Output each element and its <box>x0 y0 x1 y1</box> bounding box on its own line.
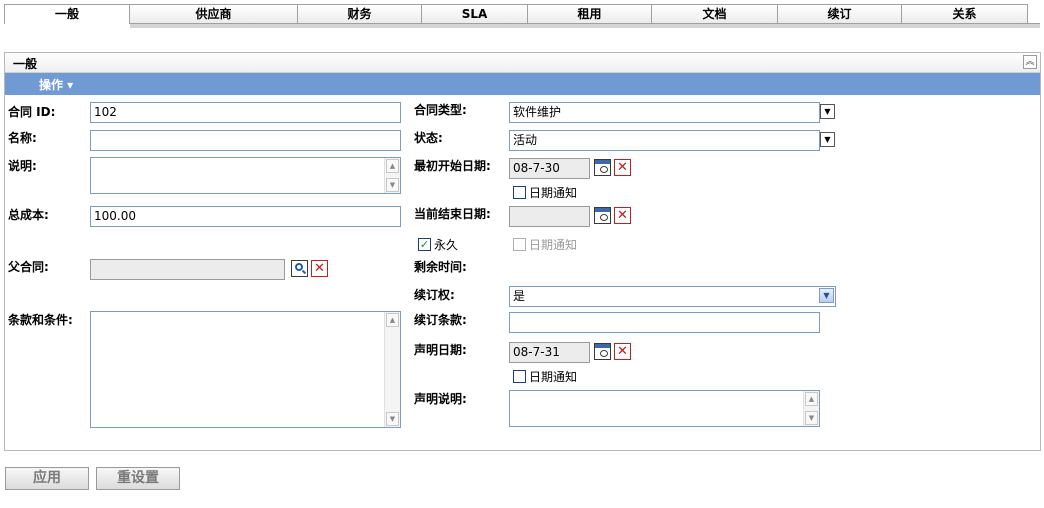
declare-date-notify-label: 日期通知 <box>529 370 578 384</box>
description-label: 说明: <box>8 159 37 173</box>
actions-menu[interactable]: 操作 ▾ <box>39 76 73 93</box>
clear-parent-icon[interactable]: ✕ <box>311 260 328 277</box>
collapse-icon[interactable]: ︽ <box>1023 55 1037 69</box>
tab-relations[interactable]: 关系 <box>902 4 1028 24</box>
start-date-notify-checkbox[interactable]: 日期通知 <box>513 184 577 201</box>
calendar-icon[interactable] <box>594 343 611 360</box>
remaining-time-label: 剩余时间: <box>414 260 467 274</box>
scroll-down-icon[interactable]: ▼ <box>805 411 818 425</box>
tab-supplier[interactable]: 供应商 <box>130 4 298 24</box>
clear-start-date-icon[interactable]: ✕ <box>614 159 631 176</box>
initial-start-label: 最初开始日期: <box>414 159 491 173</box>
panel-title: 一般 <box>13 57 38 71</box>
parent-contract-label: 父合同: <box>8 260 49 274</box>
name-input[interactable] <box>90 130 401 151</box>
contract-type-dropdown-icon[interactable]: ▼ <box>820 104 835 119</box>
action-bar: 操作 ▾ <box>5 73 1040 95</box>
tab-general[interactable]: 一般 <box>4 4 130 24</box>
scroll-up-icon[interactable]: ▲ <box>386 159 399 173</box>
total-cost-label: 总成本: <box>8 208 49 222</box>
tab-renewal[interactable]: 续订 <box>778 4 902 24</box>
checkbox-icon[interactable] <box>513 370 526 383</box>
name-label: 名称: <box>8 131 37 145</box>
parent-contract-input[interactable] <box>90 259 285 280</box>
tab-underline <box>130 23 1040 28</box>
calendar-icon[interactable] <box>594 159 611 176</box>
search-icon[interactable] <box>291 260 308 277</box>
terms-scrollbar[interactable]: ▲ ▼ <box>384 312 400 427</box>
current-end-label: 当前结束日期: <box>414 207 491 221</box>
checkbox-icon <box>513 238 526 251</box>
renewal-right-dropdown-icon[interactable]: ▼ <box>819 288 834 303</box>
declare-desc-label: 声明说明: <box>414 392 467 406</box>
perpetual-label: 永久 <box>434 238 459 252</box>
panel-header: 一般 ︽ <box>5 53 1040 73</box>
start-date-notify-label: 日期通知 <box>529 186 578 200</box>
total-cost-input[interactable]: 100.00 <box>90 206 401 227</box>
renewal-right-label: 续订权: <box>414 288 455 302</box>
checkbox-icon[interactable] <box>513 186 526 199</box>
contract-id-input[interactable]: 102 <box>90 102 401 123</box>
status-dropdown-icon[interactable]: ▼ <box>820 132 835 147</box>
contract-type-select[interactable]: 软件维护 <box>509 102 820 123</box>
perpetual-checkbox[interactable]: ✓ 永久 <box>418 236 458 253</box>
terms-textarea[interactable]: ▲ ▼ <box>90 311 401 428</box>
description-scrollbar[interactable]: ▲ ▼ <box>384 158 400 193</box>
tab-lease[interactable]: 租用 <box>528 4 652 24</box>
scroll-up-icon[interactable]: ▲ <box>386 313 399 327</box>
declare-desc-textarea[interactable]: ▲ ▼ <box>509 390 820 427</box>
tab-documents[interactable]: 文档 <box>652 4 778 24</box>
clear-end-date-icon[interactable]: ✕ <box>614 207 631 224</box>
reset-button[interactable]: 重设置 <box>96 467 180 490</box>
scroll-up-icon[interactable]: ▲ <box>805 392 818 406</box>
renewal-terms-label: 续订条款: <box>414 313 467 327</box>
current-end-input[interactable] <box>509 206 590 227</box>
declare-desc-scrollbar[interactable]: ▲ ▼ <box>803 391 819 426</box>
apply-button[interactable]: 应用 <box>5 467 89 490</box>
contract-type-label: 合同类型: <box>414 103 467 117</box>
terms-label: 条款和条件: <box>8 313 73 327</box>
end-date-notify-checkbox: 日期通知 <box>513 236 577 253</box>
calendar-icon[interactable] <box>594 207 611 224</box>
status-label: 状态: <box>414 131 443 145</box>
renewal-terms-input[interactable] <box>509 312 820 333</box>
tab-sla[interactable]: SLA <box>422 4 528 24</box>
end-date-notify-label: 日期通知 <box>529 238 578 252</box>
initial-start-input[interactable]: 08-7-30 <box>509 158 590 179</box>
tab-finance[interactable]: 财务 <box>298 4 422 24</box>
description-textarea[interactable]: ▲ ▼ <box>90 157 401 194</box>
clear-declare-date-icon[interactable]: ✕ <box>614 343 631 360</box>
declare-date-notify-checkbox[interactable]: 日期通知 <box>513 368 577 385</box>
scroll-down-icon[interactable]: ▼ <box>386 178 399 192</box>
renewal-right-select[interactable]: 是 <box>509 286 836 307</box>
checkmark-icon[interactable]: ✓ <box>418 238 431 251</box>
declare-date-label: 声明日期: <box>414 343 467 357</box>
scroll-down-icon[interactable]: ▼ <box>386 412 399 426</box>
status-select[interactable]: 活动 <box>509 130 820 151</box>
declare-date-input[interactable]: 08-7-31 <box>509 342 590 363</box>
tab-bar: 一般 供应商 财务 SLA 租用 文档 续订 关系 <box>4 4 1028 24</box>
contract-id-label: 合同 ID: <box>8 105 56 119</box>
